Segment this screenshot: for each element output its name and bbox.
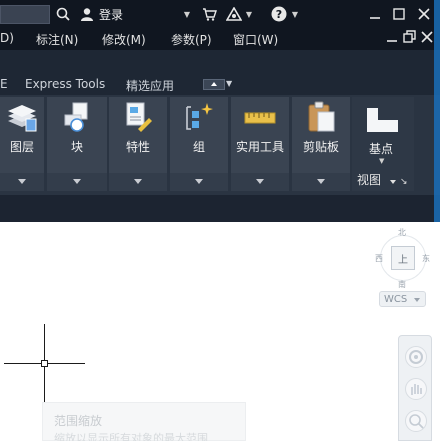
tab-express-tools[interactable]: Express Tools <box>25 77 105 91</box>
base-point-dropdown-icon[interactable]: ▼ <box>379 157 384 165</box>
panel-view[interactable]: 基点 ▼ 视图 ↘ <box>352 97 414 191</box>
close-icon[interactable] <box>416 5 432 23</box>
properties-expand-button[interactable] <box>109 173 167 191</box>
dialog-launcher-icon[interactable]: ↘ <box>400 177 408 187</box>
search-input[interactable] <box>0 5 50 24</box>
pan-hand-icon[interactable] <box>405 378 427 400</box>
panel-block[interactable]: 块 <box>47 97 107 191</box>
title-bar: 登录 ▼ ▼ ? ▼ <box>0 0 440 28</box>
ribbon-panel: 图层 块 特性 组 实用工具 剪贴板 基点 ▼ 视图 ↘ <box>0 95 440 195</box>
login-dropdown-icon[interactable]: ▼ <box>182 5 192 23</box>
viewcube-top-face[interactable]: 上 <box>391 246 415 270</box>
minimize-icon[interactable] <box>367 5 383 23</box>
wcs-dropdown-icon <box>414 298 420 302</box>
measure-ruler-icon <box>244 101 276 133</box>
help-dropdown-icon[interactable]: ▼ <box>290 5 300 23</box>
group-expand-button[interactable] <box>170 173 228 191</box>
menu-item-window[interactable]: 窗口(W) <box>233 31 278 48</box>
view-dropdown-icon[interactable] <box>390 180 396 184</box>
block-expand-button[interactable] <box>47 173 107 191</box>
ribbon-toggle-button[interactable] <box>203 79 225 90</box>
clipboard-icon <box>305 101 337 133</box>
tooltip-title: 范围缩放 <box>54 414 103 428</box>
base-point-label[interactable]: 基点 <box>369 140 393 157</box>
user-icon[interactable] <box>78 5 96 23</box>
tab-featured-apps[interactable]: 精选应用 <box>126 77 174 94</box>
viewcube-south[interactable]: 南 <box>398 279 406 290</box>
chevron-down-icon <box>73 179 81 184</box>
drawing-canvas[interactable]: 北 南 东 西 上 WCS 范围缩放 缩放以显示所有对象的最大范围 <box>0 222 440 441</box>
viewcube-north[interactable]: 北 <box>398 227 406 238</box>
wcs-label: WCS <box>384 293 408 305</box>
panel-label-block: 块 <box>70 140 83 154</box>
panel-label-view[interactable]: 视图 <box>357 171 381 188</box>
layers-icon <box>6 101 38 133</box>
properties-icon <box>122 101 154 133</box>
doc-close-icon[interactable] <box>421 30 433 48</box>
navigation-bar[interactable] <box>398 335 432 441</box>
tab-partial[interactable]: E <box>0 77 8 91</box>
maximize-icon[interactable] <box>391 5 407 23</box>
panel-label-utilities: 实用工具 <box>235 140 284 154</box>
svg-text:?: ? <box>276 8 282 21</box>
search-icon[interactable] <box>54 5 72 23</box>
utilities-expand-button[interactable] <box>231 173 289 191</box>
chevron-down-icon <box>18 179 26 184</box>
panel-label-properties: 特性 <box>125 140 150 154</box>
chevron-down-icon <box>195 179 203 184</box>
panel-label-group: 组 <box>192 140 205 154</box>
a360-dropdown-icon[interactable]: ▼ <box>244 5 254 23</box>
clipboard-expand-button[interactable] <box>292 173 350 191</box>
viewcube[interactable]: 北 南 东 西 上 <box>372 227 434 289</box>
wcs-menu[interactable]: WCS <box>379 291 426 307</box>
tooltip: 范围缩放 缩放以显示所有对象的最大范围 <box>42 402 246 441</box>
help-icon[interactable]: ? <box>270 5 288 23</box>
chevron-down-icon <box>256 179 264 184</box>
menu-item-modify[interactable]: 修改(M) <box>102 31 146 48</box>
panel-label-clipboard: 剪贴板 <box>302 140 339 154</box>
login-label[interactable]: 登录 <box>99 6 123 23</box>
file-tab-strip <box>0 195 440 222</box>
viewcube-east[interactable]: 东 <box>422 253 430 264</box>
ribbon-tabs: E Express Tools 精选应用 ▼ <box>0 73 440 95</box>
zoom-extents-icon[interactable] <box>405 410 427 432</box>
menu-item-draw[interactable]: D) <box>0 31 14 45</box>
toolbar-band <box>0 50 440 73</box>
doc-minimize-icon[interactable] <box>386 30 398 48</box>
tooltip-description: 缩放以显示所有对象的最大范围 <box>54 432 208 441</box>
cart-icon[interactable] <box>200 5 218 23</box>
panel-group[interactable]: 组 <box>170 97 228 191</box>
layers-expand-button[interactable] <box>0 173 44 191</box>
base-point-icon <box>366 106 400 137</box>
menu-item-parametric[interactable]: 参数(P) <box>171 31 212 48</box>
viewcube-west[interactable]: 西 <box>375 253 383 264</box>
window-border <box>434 0 440 222</box>
crosshair-pickbox <box>41 360 48 367</box>
panel-utilities[interactable]: 实用工具 <box>231 97 289 191</box>
panel-label-layers: 图层 <box>9 140 34 154</box>
steering-wheel-icon[interactable] <box>405 346 427 368</box>
chevron-down-icon <box>317 179 325 184</box>
group-icon <box>183 101 215 133</box>
menu-item-dimension[interactable]: 标注(N) <box>36 31 78 48</box>
doc-restore-icon[interactable] <box>403 30 416 48</box>
autodesk-a360-icon[interactable] <box>225 5 243 23</box>
panel-layers[interactable]: 图层 <box>0 97 44 191</box>
ribbon-toggle-dropdown-icon[interactable]: ▼ <box>226 79 232 88</box>
menu-bar: D) 标注(N) 修改(M) 参数(P) 窗口(W) <box>0 28 440 50</box>
block-icon <box>61 101 93 133</box>
panel-properties[interactable]: 特性 <box>109 97 167 191</box>
chevron-down-icon <box>134 179 142 184</box>
panel-clipboard[interactable]: 剪贴板 <box>292 97 350 191</box>
